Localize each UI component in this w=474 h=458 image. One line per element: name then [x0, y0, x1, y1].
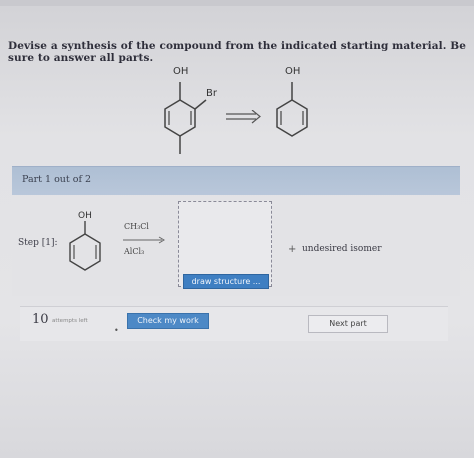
start-br-label: Br — [206, 88, 218, 99]
attempts-label: attempts left — [52, 318, 88, 324]
question-text: Devise a synthesis of the compound from … — [8, 40, 466, 64]
separator-dot: • — [114, 326, 119, 335]
product-oh-label: OH — [285, 66, 300, 77]
step-reactant-structure: OH — [69, 211, 101, 271]
page: Devise a synthesis of the compound from … — [0, 0, 474, 458]
starting-material-structure: OH Br — [164, 66, 218, 154]
top-divider — [0, 0, 474, 6]
reaction-arrow-icon — [226, 110, 261, 124]
part-label: Part 1 out of 2 — [22, 174, 92, 185]
attempts-count: 10 — [32, 312, 49, 327]
target-product-structure: OH — [276, 66, 308, 137]
reactant-oh-label: OH — [78, 211, 92, 221]
draw-structure-button[interactable]: draw structure ... — [183, 274, 269, 289]
start-oh-label: OH — [173, 66, 188, 77]
step-label: Step [1]: — [18, 238, 58, 248]
byproduct-label: undesired isomer — [302, 244, 382, 254]
next-part-button[interactable]: Next part — [308, 315, 388, 333]
check-my-work-button[interactable]: Check my work — [127, 313, 209, 329]
reagent-bottom: AlCl₃ — [124, 247, 145, 256]
part-header: Part 1 out of 2 — [12, 166, 460, 195]
plus-sign: + — [288, 244, 297, 255]
reagent-top: CH₃Cl — [124, 222, 149, 231]
step-arrow-icon — [123, 236, 165, 244]
